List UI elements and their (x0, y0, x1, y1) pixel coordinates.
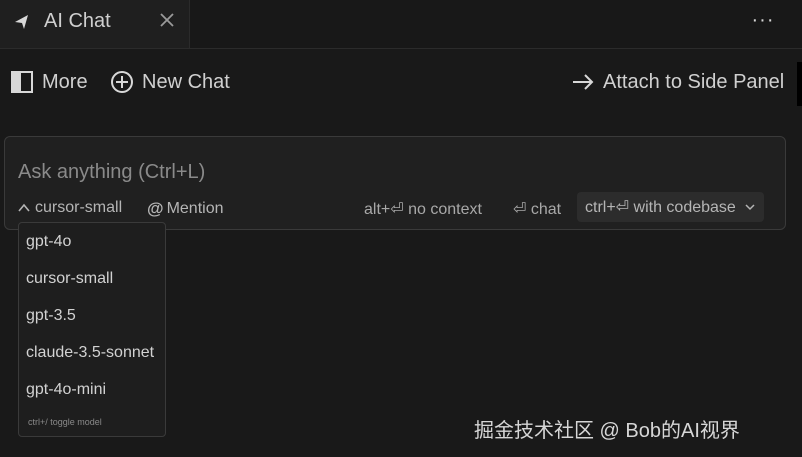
chat-input-placeholder[interactable]: Ask anything (Ctrl+L) (18, 161, 205, 184)
attach-to-side-panel-button[interactable]: Attach to Side Panel (571, 68, 784, 96)
mention-label: Mention (166, 200, 224, 217)
more-button[interactable]: More (10, 68, 88, 96)
new-chat-label: New Chat (142, 70, 230, 93)
with-codebase-button[interactable]: ctrl+⏎ with codebase (577, 192, 764, 222)
no-context-hint[interactable]: alt+⏎ no context (364, 199, 482, 219)
chat-hint[interactable]: ⏎ chat (513, 199, 561, 219)
model-option[interactable]: gpt-4o (26, 233, 71, 251)
at-icon: @ (147, 199, 164, 218)
watermark: 掘金技术社区 @ Bob的AI视界 (474, 420, 740, 442)
new-chat-button[interactable]: New Chat (110, 68, 230, 96)
close-icon[interactable] (158, 10, 176, 30)
model-option[interactable]: claude-3.5-sonnet (26, 344, 154, 362)
mention-button[interactable]: @ Mention (147, 199, 224, 219)
model-dropdown: gpt-4o cursor-small gpt-3.5 claude-3.5-s… (18, 222, 166, 437)
ai-chat-window: AI Chat ··· More New Chat Attach to Side… (0, 0, 802, 457)
edge-divider (797, 62, 802, 106)
arrow-right-icon (573, 74, 594, 90)
model-option[interactable]: cursor-small (26, 270, 113, 288)
with-codebase-label: ctrl+⏎ with codebase (585, 199, 736, 216)
attach-label: Attach to Side Panel (603, 70, 785, 93)
tab-title: AI Chat (44, 10, 111, 32)
chevron-up-icon (18, 203, 30, 212)
tab-bar: AI Chat ··· (0, 0, 802, 49)
plus-circle-icon (111, 71, 133, 93)
toggle-model-hint: ctrl+/ toggle model (28, 417, 102, 427)
tab-ai-chat[interactable]: AI Chat (0, 0, 190, 48)
model-option[interactable]: gpt-3.5 (26, 307, 76, 325)
model-selector[interactable]: cursor-small (17, 199, 122, 217)
chevron-down-icon (745, 204, 755, 211)
more-actions-button[interactable]: ··· (748, 8, 778, 32)
input-options-bar: cursor-small @ Mention alt+⏎ no context … (17, 192, 775, 225)
more-label: More (42, 70, 88, 93)
model-option[interactable]: gpt-4o-mini (26, 381, 106, 399)
panel-toggle-icon (11, 71, 33, 93)
selected-model-label: cursor-small (35, 199, 123, 216)
toolbar: More New Chat Attach to Side Panel (0, 58, 802, 106)
chat-input-box[interactable]: Ask anything (Ctrl+L) cursor-small @ Men… (4, 136, 786, 230)
chat-arrow-icon (12, 12, 32, 32)
